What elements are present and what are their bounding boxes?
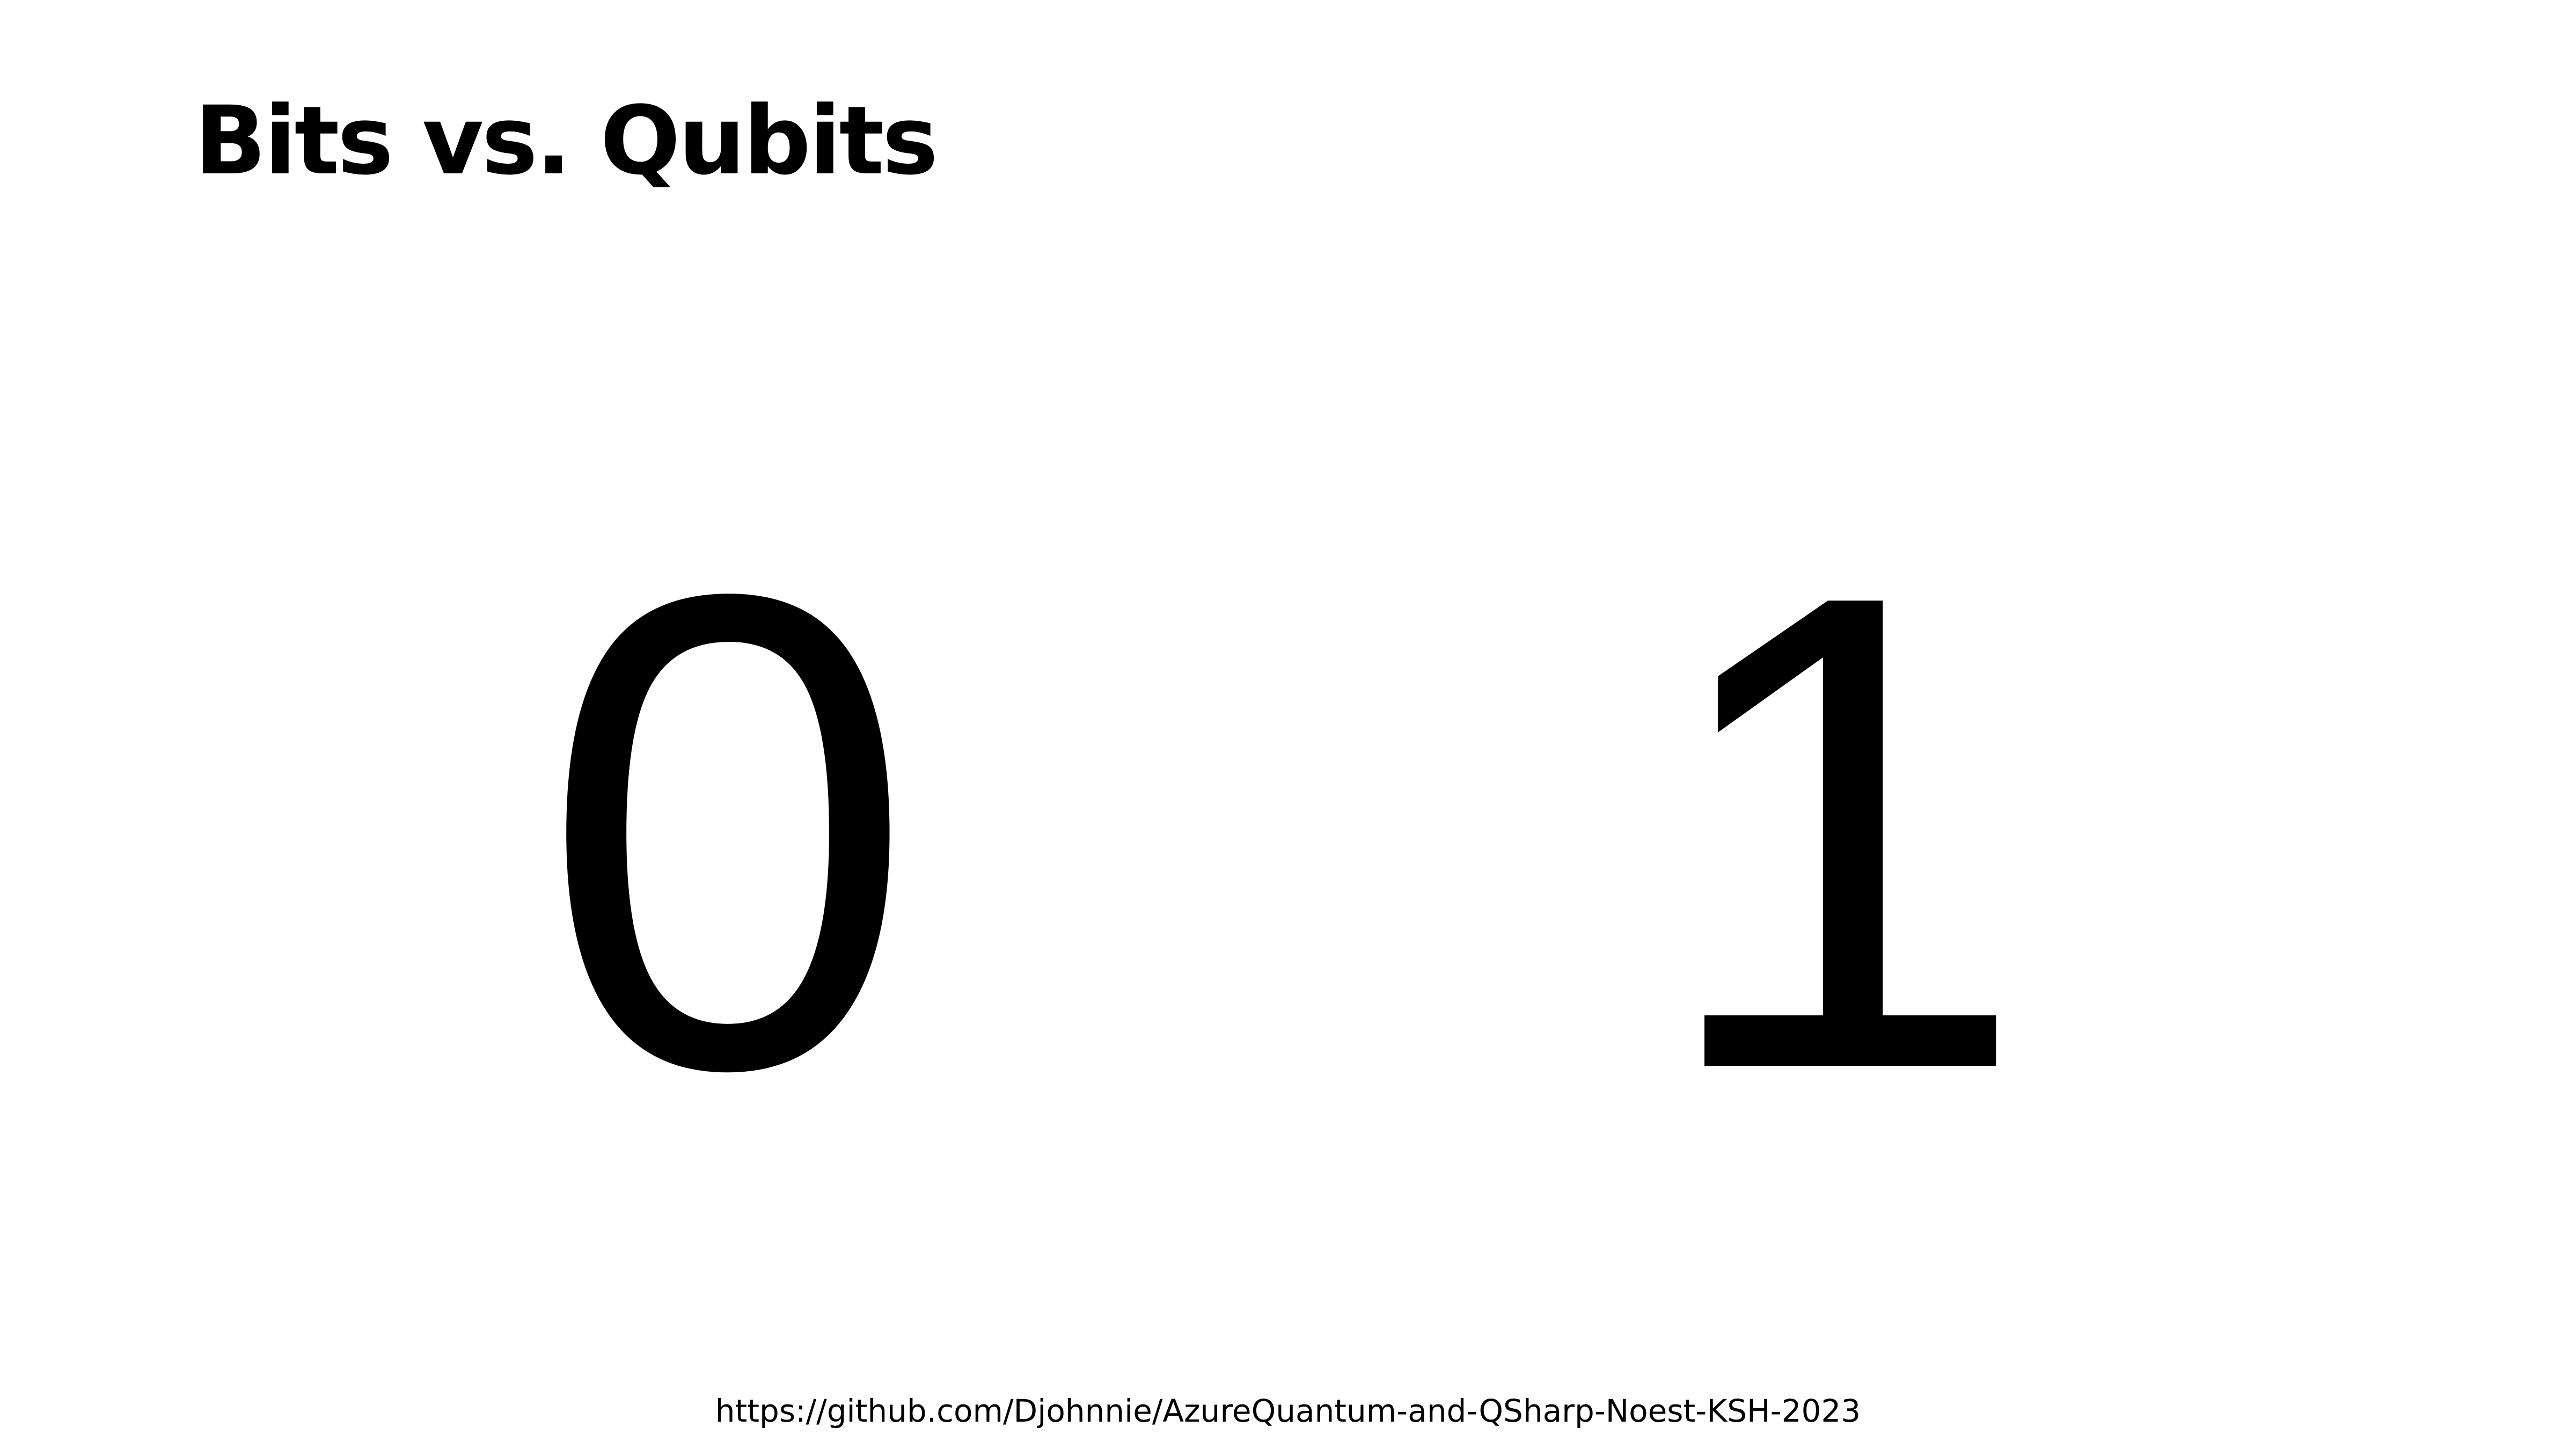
bit-one-digit: 1 [1653,454,2029,1210]
slide: Bits vs. Qubits 0 1 https://github.com/D… [0,0,2576,1449]
bit-zero-digit: 0 [540,454,916,1210]
footer-repo-url: https://github.com/Djohnnie/AzureQuantum… [715,1393,1861,1429]
slide-title: Bits vs. Qubits [194,86,938,196]
